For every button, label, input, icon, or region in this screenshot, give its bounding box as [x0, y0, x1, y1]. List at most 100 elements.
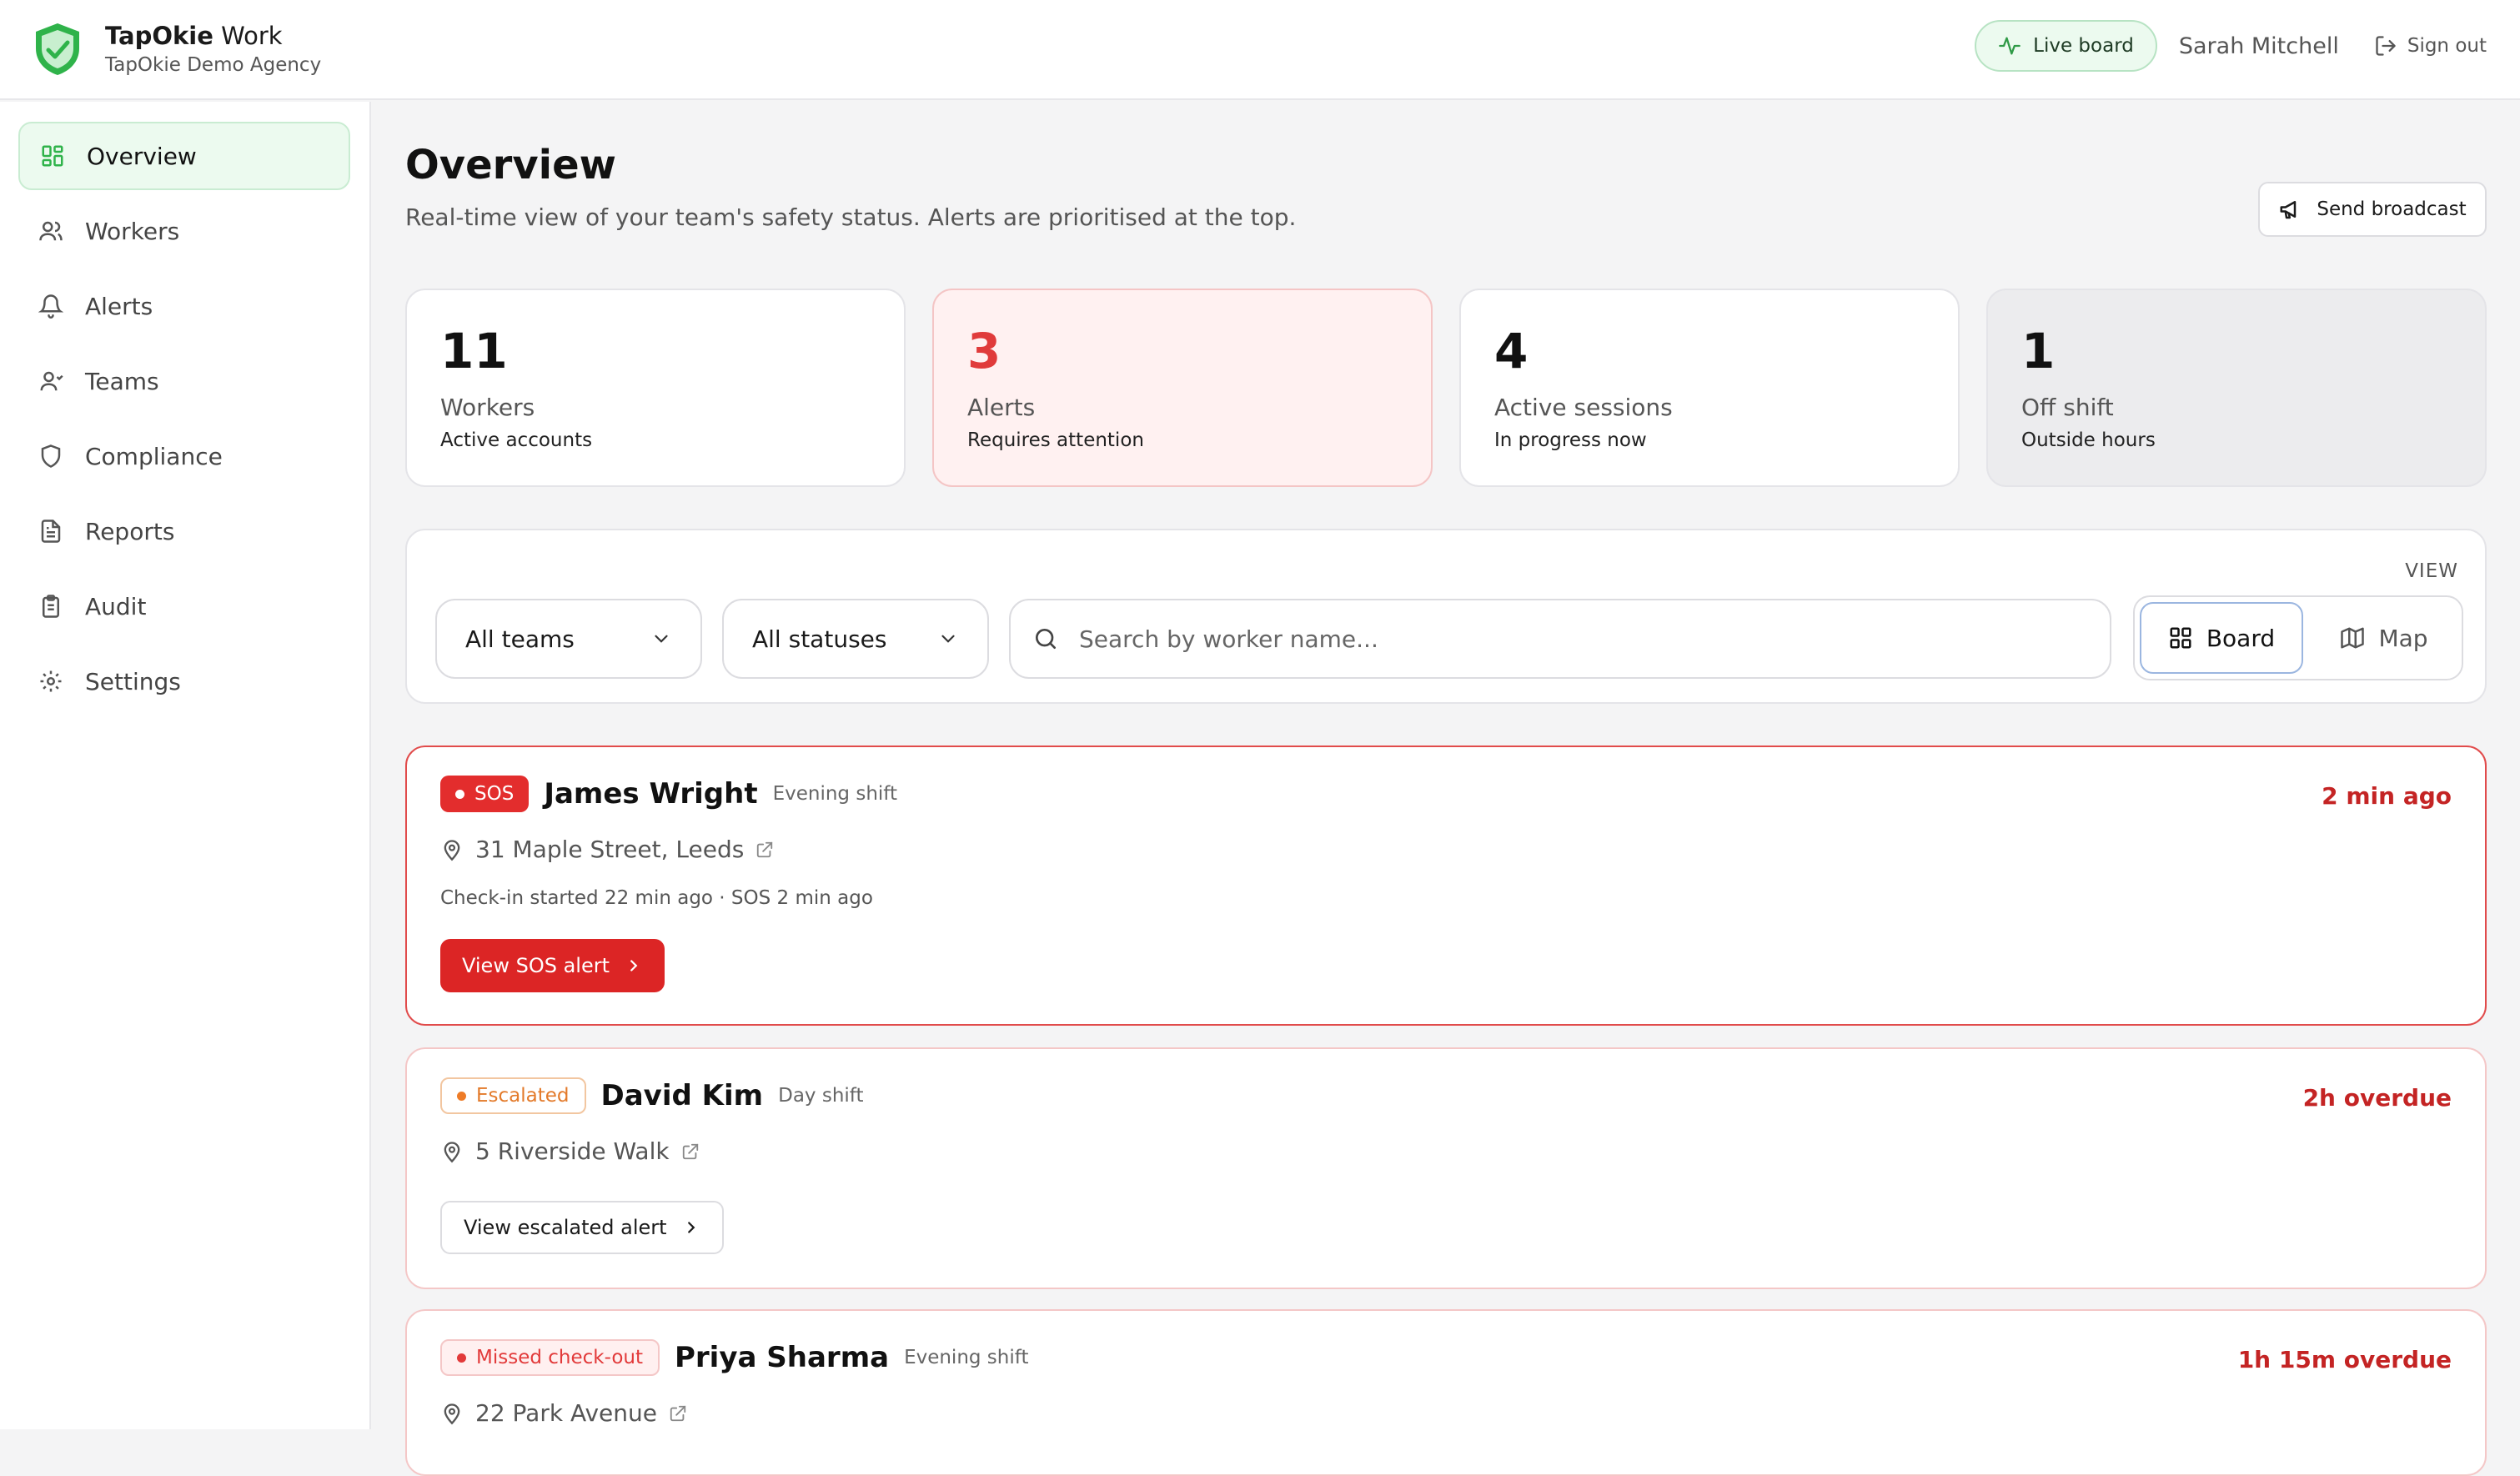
brand-name-bold: TapOkie [105, 22, 213, 50]
team-filter-select[interactable]: All teams [435, 599, 702, 679]
send-broadcast-button[interactable]: Send broadcast [2258, 182, 2487, 237]
sign-out-icon [2376, 36, 2396, 56]
sidebar-item-alerts[interactable]: Alerts [18, 272, 350, 340]
filter-bar: VIEW All teams All statuses Search by wo… [405, 529, 2487, 704]
sign-out-label: Sign out [2407, 35, 2487, 57]
stat-hint: Requires attention [967, 429, 1144, 451]
view-sos-alert-button[interactable]: View SOS alert [440, 939, 665, 992]
stat-hint: In progress now [1494, 429, 1647, 451]
sidebar-item-label: Workers [85, 217, 180, 245]
badge-label: Missed check-out [476, 1347, 643, 1368]
worker-address[interactable]: 22 Park Avenue [440, 1399, 687, 1427]
worker-name[interactable]: David Kim [601, 1079, 764, 1112]
sidebar-item-reports[interactable]: Reports [18, 497, 350, 565]
map-view-button[interactable]: Map [2313, 602, 2455, 674]
view-escalated-alert-button[interactable]: View escalated alert [440, 1201, 724, 1254]
worker-name[interactable]: Priya Sharma [675, 1341, 889, 1374]
status-dot [457, 1353, 466, 1363]
sidebar-item-audit[interactable]: Audit [18, 572, 350, 640]
alert-meta: Check-in started 22 min ago · SOS 2 min … [440, 887, 873, 909]
search-placeholder: Search by worker name... [1079, 625, 1378, 653]
stat-label: Off shift [2021, 394, 2114, 421]
board-view-label: Board [2206, 624, 2276, 652]
sidebar-item-overview[interactable]: Overview [18, 122, 350, 190]
sidebar-item-settings[interactable]: Settings [18, 647, 350, 715]
address-text: 5 Riverside Walk [475, 1137, 670, 1165]
alert-card-sos[interactable]: SOS James Wright Evening shift 2 min ago… [405, 746, 2487, 1026]
external-link-icon [682, 1143, 698, 1159]
external-link-icon [670, 1405, 686, 1421]
agency-name: TapOkie Demo Agency [105, 54, 322, 76]
external-link-icon [757, 841, 773, 857]
stat-card-active-sessions[interactable]: 4 Active sessions In progress now [1459, 289, 1960, 487]
stat-hint: Outside hours [2021, 429, 2156, 451]
alert-card-missed-checkout[interactable]: Missed check-out Priya Sharma Evening sh… [405, 1309, 2487, 1476]
chevron-right-icon [687, 1222, 695, 1233]
shift-label: Evening shift [904, 1347, 1029, 1368]
board-view-button[interactable]: Board [2140, 602, 2303, 674]
sidebar: Overview Workers Alerts Teams Compliance… [0, 102, 371, 1429]
alert-time: 1h 15m overdue [2237, 1346, 2452, 1373]
sidebar-item-label: Compliance [85, 442, 223, 470]
worker-search-input[interactable]: Search by worker name... [1009, 599, 2111, 679]
shield-icon [41, 444, 61, 468]
top-bar: TapOkie Work TapOkie Demo Agency Live bo… [0, 0, 2520, 100]
address-text: 31 Maple Street, Leeds [475, 836, 745, 863]
view-label: VIEW [2405, 560, 2458, 582]
stat-value: 1 [2021, 323, 2056, 379]
team-icon [40, 371, 63, 391]
view-toggle: Board Map [2133, 595, 2463, 680]
sidebar-item-label: Teams [85, 367, 159, 395]
shield-check-icon [36, 23, 79, 75]
users-icon [39, 221, 63, 241]
megaphone-icon [2280, 201, 2297, 219]
status-dot [457, 1091, 466, 1101]
clipboard-icon [43, 595, 59, 618]
live-board-button[interactable]: Live board [1975, 20, 2157, 72]
button-label: View escalated alert [464, 1216, 667, 1239]
brand[interactable]: TapOkie Work TapOkie Demo Agency [33, 20, 321, 78]
gear-icon [40, 670, 62, 692]
brand-name-rest: Work [213, 22, 283, 50]
brand-text: TapOkie Work TapOkie Demo Agency [105, 20, 321, 78]
send-broadcast-label: Send broadcast [2317, 198, 2467, 220]
document-icon [41, 520, 61, 543]
missed-checkout-badge: Missed check-out [440, 1339, 660, 1376]
sidebar-item-label: Settings [85, 667, 181, 695]
button-label: View SOS alert [462, 954, 610, 977]
map-pin-icon [444, 1403, 460, 1424]
map-pin-icon [444, 839, 460, 861]
status-filter-select[interactable]: All statuses [722, 599, 989, 679]
grid-icon [42, 145, 63, 167]
address-text: 22 Park Avenue [475, 1399, 657, 1427]
stat-card-off-shift[interactable]: 1 Off shift Outside hours [1986, 289, 2487, 487]
badge-label: SOS [474, 783, 515, 805]
alert-card-escalated[interactable]: Escalated David Kim Day shift 2h overdue… [405, 1047, 2487, 1289]
shift-label: Evening shift [772, 783, 898, 805]
map-view-label: Map [2378, 624, 2428, 652]
worker-address[interactable]: 31 Maple Street, Leeds [440, 836, 774, 863]
sidebar-item-workers[interactable]: Workers [18, 197, 350, 265]
map-icon [2341, 627, 2365, 649]
live-board-label: Live board [2033, 35, 2134, 57]
activity-icon [1999, 37, 2021, 55]
alert-card-header: SOS James Wright Evening shift [440, 776, 897, 812]
sign-out-button[interactable]: Sign out [2374, 34, 2487, 58]
user-name[interactable]: Sarah Mitchell [2179, 33, 2339, 59]
alert-card-header: Escalated David Kim Day shift [440, 1077, 864, 1114]
worker-address[interactable]: 5 Riverside Walk [440, 1137, 700, 1165]
alert-time: 2 min ago [2322, 782, 2452, 810]
stat-value: 11 [440, 323, 508, 379]
worker-name[interactable]: James Wright [544, 777, 757, 811]
stat-label: Workers [440, 394, 535, 421]
stat-card-workers[interactable]: 11 Workers Active accounts [405, 289, 906, 487]
shift-label: Day shift [778, 1085, 864, 1107]
stat-card-alerts[interactable]: 3 Alerts Requires attention [932, 289, 1433, 487]
team-filter-value: All teams [465, 625, 575, 653]
sidebar-item-compliance[interactable]: Compliance [18, 422, 350, 490]
escalated-badge: Escalated [440, 1077, 586, 1114]
sos-badge: SOS [440, 776, 530, 812]
stat-label: Alerts [967, 394, 1036, 421]
sidebar-item-teams[interactable]: Teams [18, 347, 350, 415]
sidebar-item-label: Audit [85, 592, 147, 620]
